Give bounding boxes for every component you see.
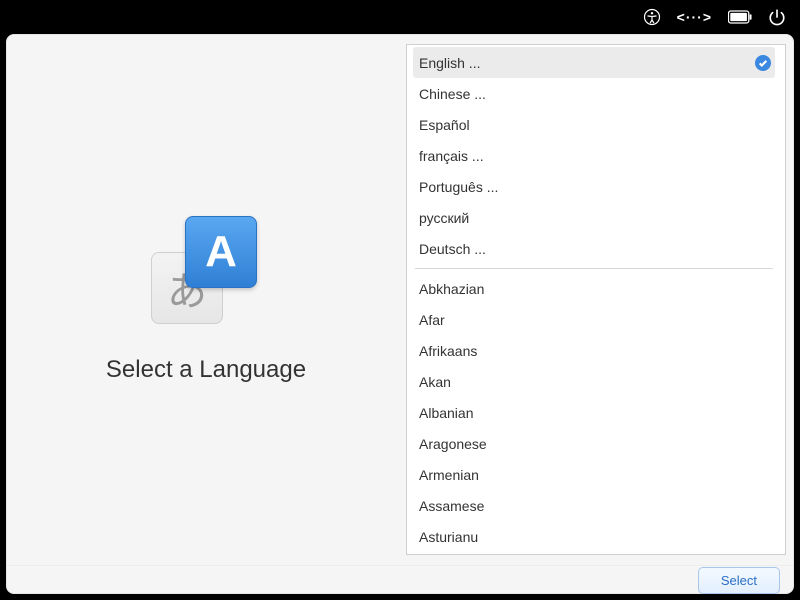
language-item[interactable]: Assamese <box>413 490 775 521</box>
language-item[interactable]: Albanian <box>413 397 775 428</box>
language-item-label: Aragonese <box>419 436 487 452</box>
language-item[interactable]: русский <box>413 202 775 233</box>
language-item[interactable]: Português ... <box>413 171 775 202</box>
language-item-label: русский <box>419 210 469 226</box>
language-item[interactable]: Aragonese <box>413 428 775 459</box>
language-item-label: Afar <box>419 312 445 328</box>
language-item[interactable]: Abkhazian <box>413 273 775 304</box>
language-item[interactable]: Akan <box>413 366 775 397</box>
list-divider <box>415 268 773 269</box>
language-item[interactable]: Chinese ... <box>413 78 775 109</box>
select-button[interactable]: Select <box>698 567 780 594</box>
language-item[interactable]: français ... <box>413 140 775 171</box>
network-brackets-icon[interactable]: <···> <box>677 9 712 25</box>
language-item-label: Chinese ... <box>419 86 486 102</box>
menubar: <···> <box>0 0 800 34</box>
language-item[interactable]: Deutsch ... <box>413 233 775 264</box>
language-item-label: Español <box>419 117 470 133</box>
language-item-label: Albanian <box>419 405 474 421</box>
language-item-label: Asturianu <box>419 529 478 545</box>
language-item-label: Assamese <box>419 498 484 514</box>
language-icon-front: A <box>185 216 257 288</box>
language-item[interactable]: Español <box>413 109 775 140</box>
language-item-label: Armenian <box>419 467 479 483</box>
language-item[interactable]: Asturianu <box>413 521 775 552</box>
language-item-label: Abkhazian <box>419 281 484 297</box>
language-item[interactable]: Armenian <box>413 459 775 490</box>
language-item-label: Akan <box>419 374 451 390</box>
language-item-label: Português ... <box>419 179 498 195</box>
language-item-label: Afrikaans <box>419 343 477 359</box>
language-item[interactable]: Afrikaans <box>413 335 775 366</box>
page-title: Select a Language <box>106 356 306 384</box>
check-icon <box>755 55 771 71</box>
language-item[interactable]: Afar <box>413 304 775 335</box>
language-icon: あ A <box>151 216 261 326</box>
battery-icon[interactable] <box>728 10 752 24</box>
language-list[interactable]: English ... Chinese ... Español français ..… <box>406 44 786 555</box>
right-pane: English ... Chinese ... Español français ..… <box>406 34 794 565</box>
language-item-label: Deutsch ... <box>419 241 486 257</box>
language-item[interactable]: English ... <box>413 47 775 78</box>
footer: Select <box>6 565 794 594</box>
content-area: あ A Select a Language English ... Chinese… <box>6 34 794 565</box>
power-icon[interactable] <box>768 8 786 26</box>
accessibility-icon[interactable] <box>643 8 661 26</box>
language-item-label: English ... <box>419 55 480 71</box>
left-pane: あ A Select a Language <box>6 34 406 565</box>
language-item-label: français ... <box>419 148 484 164</box>
setup-window: あ A Select a Language English ... Chinese… <box>6 34 794 594</box>
